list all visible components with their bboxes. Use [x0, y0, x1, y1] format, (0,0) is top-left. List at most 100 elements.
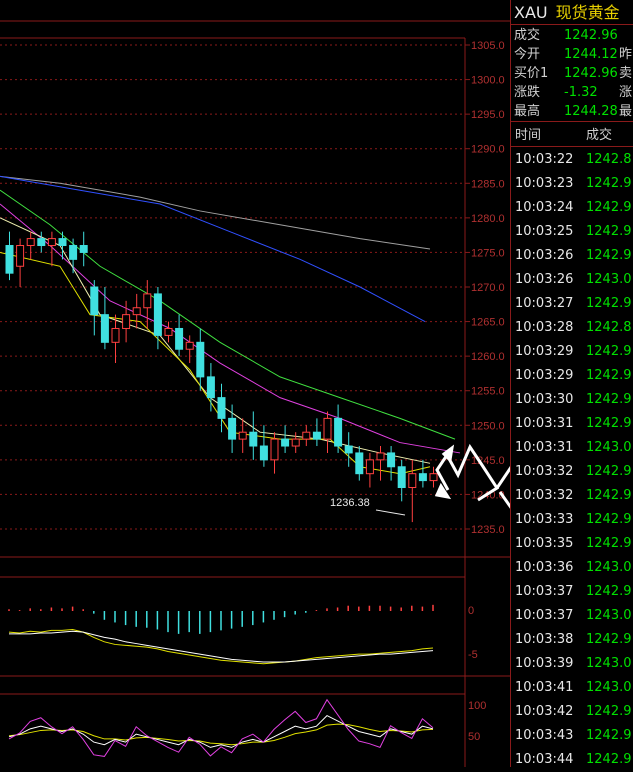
price-axis-label: 1300.0	[471, 75, 505, 87]
ticks-header-divider	[511, 146, 633, 147]
candle-body	[185, 341, 194, 350]
symbol-code: XAU	[514, 3, 548, 22]
candle-body	[429, 473, 438, 482]
ma-line-yellow	[0, 251, 431, 475]
macd-axis: 0 -5	[468, 605, 478, 661]
quote-field-label-2: 卖	[619, 66, 633, 81]
tick-row: 10:03:41 1243.0	[511, 676, 633, 700]
tick-price: 1242.9	[586, 704, 632, 719]
ma-line-white	[0, 217, 431, 464]
tick-time: 10:03:25	[515, 224, 574, 239]
macd-dif-line	[8, 628, 434, 665]
tick-price: 1242.9	[586, 416, 632, 431]
kline-chart-area[interactable]: 1305.0 1300.0 1295.0 1290.0 1285.0 1280.0 1275…	[0, 0, 633, 767]
candle-body	[408, 473, 417, 489]
tick-row: 10:03:30 1242.9	[511, 388, 633, 412]
kdj-k-line	[8, 714, 434, 748]
tick-price: 1242.8	[586, 152, 632, 167]
tick-price: 1243.0	[586, 440, 632, 455]
candle-body	[281, 438, 290, 447]
kdj-indicator	[8, 698, 434, 757]
quote-title: XAU 现货黄金	[514, 2, 620, 24]
candlesticks	[5, 231, 438, 523]
candle-body	[79, 245, 88, 253]
macd-dea-line	[9, 630, 434, 663]
tick-price: 1243.0	[586, 560, 632, 575]
tick-row: 10:03:36 1243.0	[511, 556, 633, 580]
tick-row: 10:03:32 1242.9	[511, 484, 633, 508]
tick-price: 1242.9	[586, 224, 632, 239]
candle-body	[143, 293, 152, 309]
tick-price: 1242.9	[586, 176, 632, 191]
tick-price: 1242.9	[586, 488, 632, 503]
candle-body	[122, 314, 131, 329]
candle-body	[153, 293, 162, 336]
tick-price: 1242.9	[586, 584, 632, 599]
price-axis-label: 1285.0	[471, 178, 505, 190]
quote-field-row: 买价1 1242.96 卖	[511, 65, 633, 83]
candle-body	[217, 397, 226, 419]
candle-body	[90, 286, 99, 316]
symbol-name: 现货黄金	[555, 3, 620, 22]
candle-body	[58, 238, 67, 247]
candle-body	[100, 314, 109, 343]
candle-body	[418, 473, 427, 482]
tick-time: 10:03:32	[515, 488, 574, 503]
quote-field-label: 成交	[514, 28, 541, 43]
candle-body	[196, 341, 205, 378]
quote-field-label: 涨跌	[514, 85, 541, 100]
tick-time: 10:03:29	[515, 368, 574, 383]
tick-price: 1242.9	[586, 464, 632, 479]
candle-body	[164, 327, 173, 336]
candle-body	[228, 417, 237, 440]
price-axis-label: 1255.0	[471, 386, 505, 398]
price-axis: 1305.0 1300.0 1295.0 1290.0 1285.0 1280.0 1275…	[465, 40, 505, 536]
candle-body	[259, 445, 268, 461]
tick-price: 1242.9	[586, 632, 632, 647]
price-axis-label: 1250.0	[471, 420, 505, 432]
low-price-pointer	[375, 509, 406, 516]
tick-time: 10:03:35	[515, 536, 574, 551]
candle-body	[37, 238, 46, 247]
tick-row: 10:03:39 1243.0	[511, 652, 633, 676]
tick-time: 10:03:22	[515, 152, 574, 167]
ma-line-blue	[0, 175, 426, 323]
quote-field-label: 今开	[514, 47, 541, 62]
quote-field-label-2: 涨	[619, 85, 633, 100]
tick-time: 10:03:26	[515, 272, 574, 287]
candle-body	[344, 445, 353, 454]
kline-chart-svg[interactable]: 1305.0 1300.0 1295.0 1290.0 1285.0 1280.0 1275…	[0, 0, 633, 767]
tick-row: 10:03:26 1243.0	[511, 268, 633, 292]
candle-body	[47, 238, 56, 247]
tick-price: 1242.9	[586, 248, 632, 263]
tick-row: 10:03:27 1242.9	[511, 292, 633, 316]
tick-row: 10:03:31 1242.9	[511, 412, 633, 436]
tick-price: 1243.0	[586, 680, 632, 695]
quote-panel: XAU 现货黄金 成交 1242.96 今开 1244.12 昨买价1 1242.96 卖涨跌…	[510, 0, 633, 767]
tick-row: 10:03:35 1242.9	[511, 532, 633, 556]
candle-body	[302, 431, 311, 440]
tick-row: 10:03:26 1242.9	[511, 244, 633, 268]
quote-field-value: 1242.96	[564, 66, 618, 81]
candle-body	[323, 417, 332, 440]
tick-row: 10:03:43 1242.9	[511, 724, 633, 748]
candle-body	[175, 327, 184, 350]
price-axis-label: 1265.0	[471, 317, 505, 329]
tick-price: 1242.9	[586, 728, 632, 743]
quote-field-label: 买价1	[514, 66, 549, 81]
price-axis-label: 1235.0	[471, 524, 505, 536]
tick-row: 10:03:25 1242.9	[511, 220, 633, 244]
candle-body	[69, 245, 78, 260]
tick-price: 1242.9	[586, 752, 632, 767]
tick-time: 10:03:36	[515, 560, 574, 575]
candle-body	[249, 431, 258, 447]
tick-time: 10:03:41	[515, 680, 574, 695]
candle-body	[26, 238, 35, 247]
tick-time: 10:03:38	[515, 632, 574, 647]
candle-body	[206, 376, 215, 399]
tick-price: 1242.9	[586, 536, 632, 551]
quote-field-row: 涨跌 -1.32 涨	[511, 84, 633, 102]
low-price-label: 1236.38	[330, 497, 370, 509]
price-axis-label: 1305.0	[471, 40, 505, 52]
tick-time: 10:03:31	[515, 440, 574, 455]
